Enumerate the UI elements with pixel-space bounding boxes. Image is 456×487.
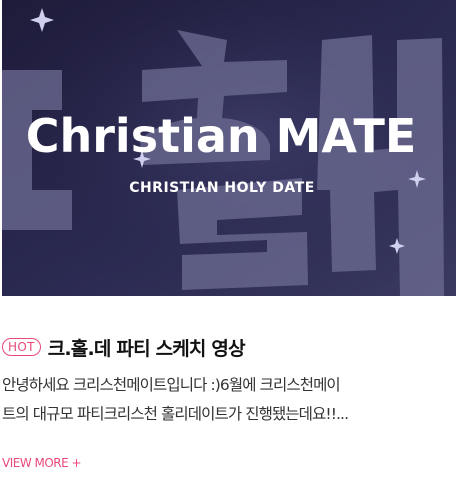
thumbnail-main-text: Christian MATE [26, 109, 417, 163]
hot-badge: HOT [2, 338, 41, 356]
description-line: 안녕하세요 크리스천메이트입니다 :)6월에 크리스천메이 [2, 376, 341, 394]
thumbnail-graphic: Christian MATE CHRISTIAN HOLY DATE [2, 0, 456, 296]
post-thumbnail[interactable]: Christian MATE CHRISTIAN HOLY DATE [2, 0, 456, 296]
post-title-row[interactable]: HOT 크.홀.데 파티 스케치 영상 [2, 333, 246, 361]
post-description: 안녕하세요 크리스천메이트입니다 :)6월에 크리스천메이 트의 대규모 파티크… [2, 371, 454, 429]
post-title[interactable]: 크.홀.데 파티 스케치 영상 [48, 334, 246, 361]
view-more-link[interactable]: VIEW MORE + [2, 456, 82, 470]
thumbnail-sub-text: CHRISTIAN HOLY DATE [129, 180, 315, 196]
post-card[interactable]: Christian MATE CHRISTIAN HOLY DATE HOT 크… [0, 0, 456, 487]
description-line: 트의 대규모 파티크리스천 홀리데이트가 진행됐는데요!!... [2, 405, 349, 423]
